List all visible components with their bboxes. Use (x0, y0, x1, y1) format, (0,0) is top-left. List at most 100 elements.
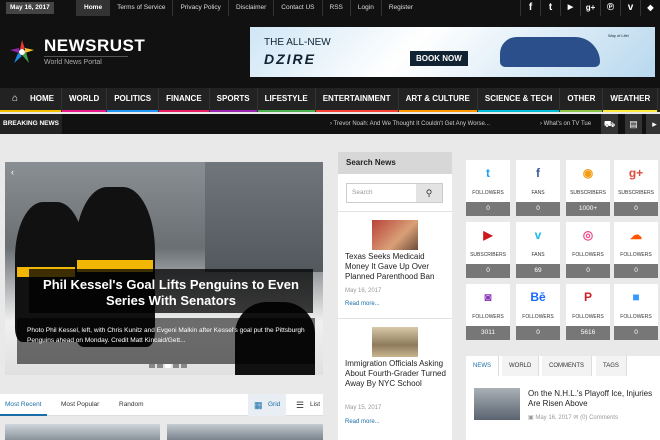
tab-tags[interactable]: TAGS (596, 356, 627, 376)
nav-science-tech[interactable]: SCIENCE & TECH (477, 88, 561, 112)
social-counter-youtube[interactable]: ▶ SUBSCRIBERS 0 (466, 222, 510, 278)
twitter-icon[interactable]: t (540, 0, 560, 16)
nav-art-culture[interactable]: ART & CULTURE (398, 88, 478, 112)
top-link-home[interactable]: Home (76, 0, 110, 16)
top-nav: Home Terms of Service Privacy Policy Dis… (76, 0, 420, 16)
pinterest-icon[interactable]: ℗ (600, 0, 620, 16)
social-counter-behance[interactable]: Bē FOLLOWERS 0 (516, 284, 560, 340)
nav-sports[interactable]: SPORTS (209, 88, 258, 112)
top-link-contact[interactable]: Contact US (273, 0, 321, 16)
delicious-icon: ■ (632, 290, 640, 304)
top-link-register[interactable]: Register (380, 0, 420, 16)
list-item[interactable]: Texas Seeks Medicaid Money It Gave Up Ov… (338, 211, 452, 317)
post-title[interactable]: Immigration Officials Asking About Fourt… (345, 359, 449, 389)
site-tagline: World News Portal (44, 59, 102, 66)
social-counter-instagram[interactable]: ◙ FOLLOWERS 3011 (466, 284, 510, 340)
list-view-button[interactable]: ☰ List (290, 394, 326, 416)
post-thumbnail[interactable] (5, 424, 160, 440)
counter-value: 1000+ (566, 202, 610, 216)
nav-weather[interactable]: WEATHER (603, 88, 659, 112)
book-icon[interactable]: ▤ (624, 114, 642, 134)
vimeo-icon[interactable]: v (620, 0, 640, 16)
slider-dot[interactable] (157, 364, 163, 368)
read-more-link[interactable]: Read more... (345, 301, 380, 307)
google-plus-icon: g+ (628, 166, 644, 180)
banner-ad[interactable]: THE ALL-NEW DZIRE BOOK NOW Way of Life! (250, 27, 655, 77)
list-item[interactable]: Immigration Officials Asking About Fourt… (338, 318, 452, 440)
social-counter-google-plus[interactable]: g+ SUBSCRIBERS 0 (614, 160, 658, 216)
dropbox-icon[interactable]: ◆ (640, 0, 660, 16)
slider-dot[interactable] (181, 364, 187, 368)
facebook-icon[interactable]: f (520, 0, 540, 16)
social-counter-pinterest[interactable]: P FOLLOWERS 5616 (566, 284, 610, 340)
instagram-icon: ◙ (484, 290, 492, 304)
site-brand[interactable]: NEWSRUST (44, 36, 145, 56)
nav-color-bar (62, 110, 107, 112)
slider-dot[interactable] (173, 364, 179, 368)
counter-value: 69 (516, 264, 560, 278)
tab-most-popular[interactable]: Most Popular (56, 394, 104, 416)
search-icon[interactable]: ⚲ (416, 184, 442, 202)
breaking-news-label: BREAKING NEWS (0, 114, 62, 134)
slide-headline[interactable]: Phil Kessel's Goal Lifts Penguins to Eve… (37, 277, 305, 309)
newsrust-logo-icon[interactable] (8, 38, 36, 66)
youtube-icon[interactable]: ▶ (560, 0, 580, 16)
top-link-privacy[interactable]: Privacy Policy (172, 0, 227, 16)
nav-other[interactable]: OTHER (560, 88, 604, 112)
social-counter-soundcloud[interactable]: ☁ FOLLOWERS 0 (614, 222, 658, 278)
tab-random[interactable]: Random (114, 394, 149, 416)
list-icon: ☰ (296, 400, 305, 410)
nav-color-bar (477, 110, 560, 112)
top-link-login[interactable]: Login (349, 0, 381, 16)
nav-entertainment[interactable]: ENTERTAINMENT (315, 88, 399, 112)
featured-slider[interactable]: ‹ Phil Kessel's Goal Lifts Penguins to E… (5, 162, 323, 375)
ad-book-now-button[interactable]: BOOK NOW (410, 51, 468, 66)
post-thumbnails (5, 424, 323, 440)
counter-value: 3011 (466, 326, 510, 340)
news-item-comments[interactable]: (0) Comments (580, 415, 618, 421)
nav-label: OTHER (567, 94, 596, 103)
top-link-rss[interactable]: RSS (321, 0, 350, 16)
slider-dot[interactable] (165, 364, 171, 368)
slider-dot[interactable] (149, 364, 155, 368)
social-counter-dribbble[interactable]: ◎ FOLLOWERS 0 (566, 222, 610, 278)
post-image[interactable] (372, 220, 418, 250)
nav-lifestyle[interactable]: LIFESTYLE (257, 88, 316, 112)
post-thumbnail[interactable] (167, 424, 323, 440)
google-plus-icon[interactable]: g+ (580, 0, 600, 16)
top-link-terms[interactable]: Terms of Service (109, 0, 172, 16)
tab-world[interactable]: WORLD (502, 356, 540, 376)
nav-home[interactable]: ⌂ HOME (0, 88, 62, 112)
slide-caption[interactable]: Phil Kessel's Goal Lifts Penguins to Eve… (29, 269, 313, 313)
nav-politics[interactable]: POLITICS (107, 88, 160, 112)
ad-car-image (500, 37, 600, 67)
tab-news[interactable]: NEWS (466, 356, 499, 376)
post-image[interactable] (372, 327, 418, 357)
social-counter-delicious[interactable]: ■ FOLLOWERS 0 (614, 284, 658, 340)
read-more-link[interactable]: Read more... (345, 419, 380, 425)
breaking-ticker-item[interactable]: › What's on TV Tue (540, 114, 591, 134)
ticker-nav-icon[interactable]: ▸ (645, 114, 660, 134)
tab-comments[interactable]: COMMENTS (542, 356, 592, 376)
grid-view-button[interactable]: ▦ Grid (248, 394, 287, 416)
tab-most-recent[interactable]: Most Recent (0, 394, 47, 416)
news-item-title[interactable]: On the N.H.L.'s Playoff Ice, Injuries Ar… (528, 389, 656, 409)
slider-prev-icon[interactable]: ‹ (11, 167, 14, 177)
rss-icon: ◉ (582, 166, 594, 180)
social-counter-twitter[interactable]: t FOLLOWERS 0 (466, 160, 510, 216)
counter-value: 0 (566, 264, 610, 278)
breaking-ticker-item[interactable]: › Trevor Noah: And We Thought It Couldn'… (330, 114, 490, 134)
facebook-icon: f (536, 166, 540, 180)
top-link-disclaimer[interactable]: Disclaimer (227, 0, 273, 16)
nav-world[interactable]: WORLD (62, 88, 108, 112)
nav-label: SCIENCE & TECH (484, 94, 553, 103)
search-input[interactable]: Search ⚲ (346, 183, 443, 203)
social-counter-rss[interactable]: ◉ SUBSCRIBERS 1000+ (566, 160, 610, 216)
nav-finance[interactable]: FINANCE (159, 88, 210, 112)
social-counter-vimeo[interactable]: v FANS 69 (516, 222, 560, 278)
car-icon[interactable]: ⛟ (600, 114, 618, 134)
news-item-image[interactable] (474, 388, 520, 420)
social-counter-facebook[interactable]: f FANS 0 (516, 160, 560, 216)
post-title[interactable]: Texas Seeks Medicaid Money It Gave Up Ov… (345, 252, 449, 282)
youtube-icon: ▶ (483, 228, 493, 242)
